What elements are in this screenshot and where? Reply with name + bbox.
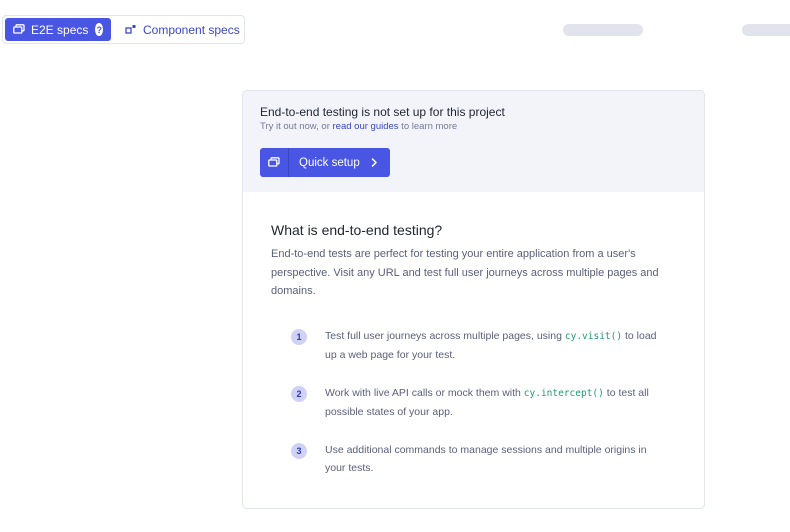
tab-component-specs[interactable]: Component specs [111, 18, 248, 41]
tab-e2e-label: E2E specs [31, 22, 89, 37]
e2e-not-configured-card: End-to-end testing is not set up for thi… [242, 90, 705, 509]
testing-type-tabs: E2E specs ? Component specs [2, 15, 245, 44]
step-number: 1 [291, 328, 307, 345]
list-item: 3 Use additional commands to manage sess… [291, 442, 676, 477]
quick-setup-label: Quick setup [299, 156, 360, 169]
e2e-monitor-icon [13, 24, 25, 35]
code-snippet: cy.intercept() [523, 387, 604, 399]
info-title: What is end-to-end testing? [271, 222, 443, 238]
chevron-right-icon [371, 158, 378, 167]
notice-title: End-to-end testing is not set up for thi… [260, 105, 505, 119]
e2e-info-section: What is end-to-end testing? End-to-end t… [243, 192, 704, 477]
notice-subtitle: Try it out now, or read our guides to le… [260, 121, 687, 132]
read-guides-link[interactable]: read our guides [333, 121, 399, 132]
step-text: Test full user journeys across multiple … [325, 329, 657, 361]
page: E2E specs ? Component specs End-to-end t… [0, 0, 790, 532]
e2e-monitor-icon [260, 148, 289, 177]
step-number: 3 [291, 442, 307, 459]
setup-notice: End-to-end testing is not set up for thi… [243, 91, 704, 192]
step-text: Work with live API calls or mock them wi… [325, 386, 649, 418]
tab-component-label: Component specs [143, 22, 240, 37]
step-text: Use additional commands to manage sessio… [325, 443, 647, 474]
quick-setup-button[interactable]: Quick setup [260, 148, 390, 177]
help-icon[interactable]: ? [95, 23, 103, 36]
step-number: 2 [291, 385, 307, 402]
component-blocks-icon [125, 24, 137, 35]
loading-skeleton [563, 24, 643, 36]
feature-list: 1 Test full user journeys across multipl… [271, 328, 676, 477]
code-snippet: cy.visit() [564, 330, 623, 342]
info-description: End-to-end tests are perfect for testing… [271, 248, 659, 297]
notice-sub-suffix: to learn more [398, 121, 458, 132]
list-item: 1 Test full user journeys across multipl… [291, 328, 676, 364]
tab-e2e-specs[interactable]: E2E specs ? [5, 18, 111, 41]
notice-sub-prefix: Try it out now, or [260, 121, 333, 132]
loading-skeleton [742, 24, 790, 36]
list-item: 2 Work with live API calls or mock them … [291, 385, 676, 421]
